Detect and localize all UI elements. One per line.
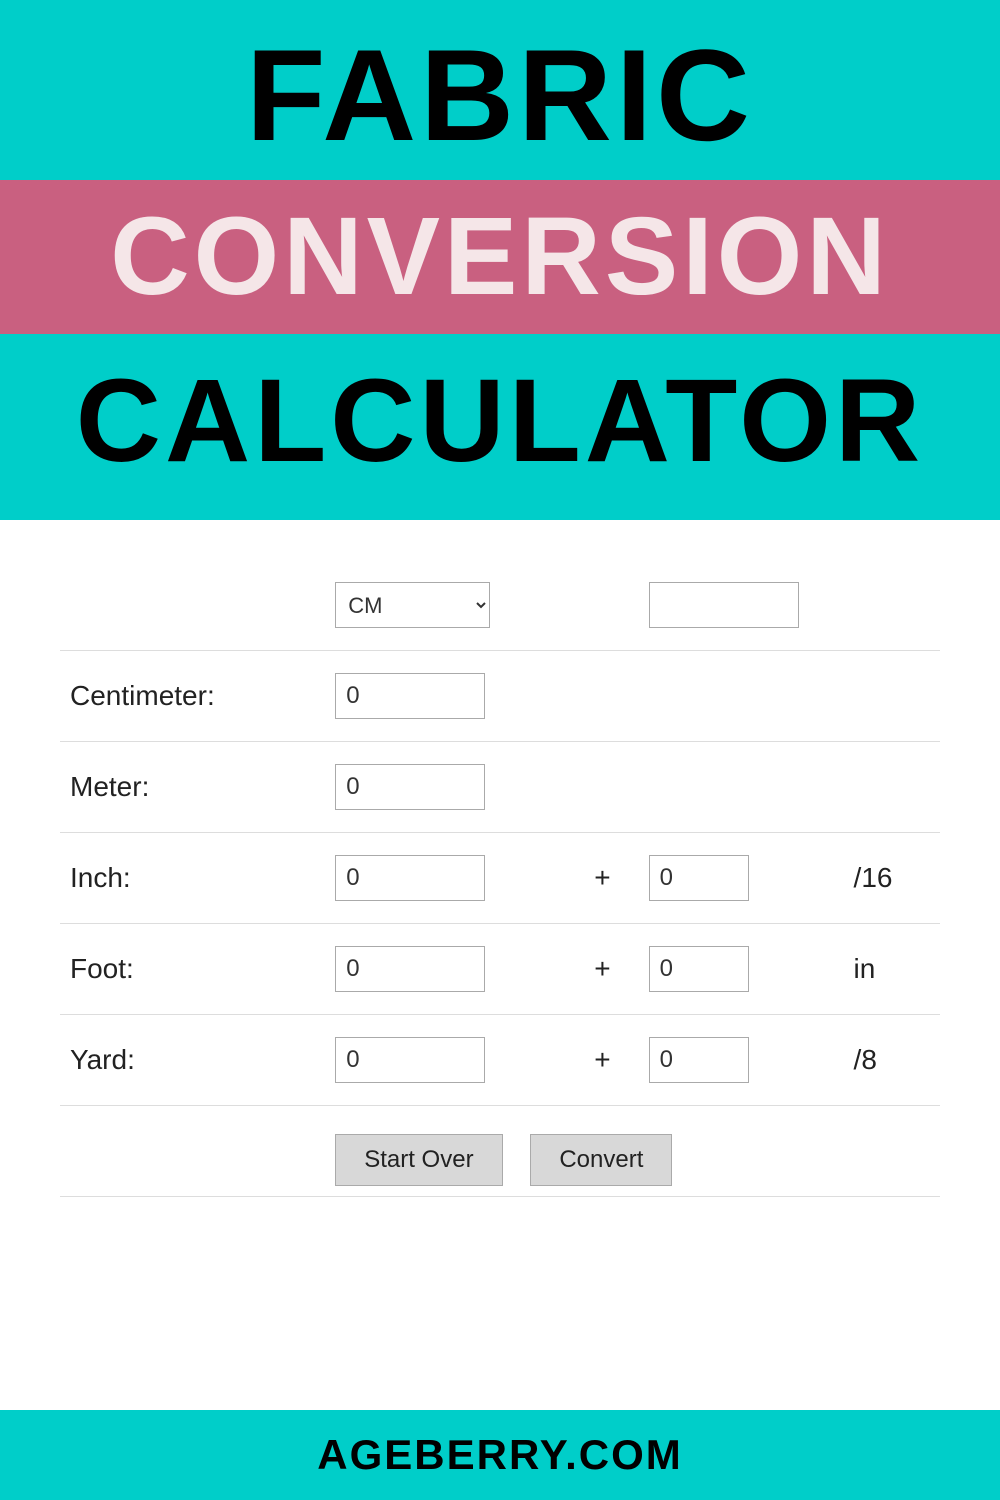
title-calculator: CALCULATOR [76,334,924,520]
inch-input-cell [325,833,566,924]
centimeter-label: Centimeter: [60,651,325,742]
meter-label: Meter: [60,742,325,833]
centimeter-input-cell [325,651,566,742]
convert-button[interactable]: Convert [530,1134,672,1186]
calculator-table: CM IN M YD Centimeter: [60,560,940,1197]
foot-suffix: in [844,924,940,1015]
yard-row: Yard: + /8 [60,1015,940,1106]
yard-secondary-input-cell [639,1015,844,1106]
yard-input[interactable] [335,1037,485,1083]
foot-plus: + [566,924,638,1015]
inch-label: Inch: [60,833,325,924]
start-over-button[interactable]: Start Over [335,1134,502,1186]
meter-suffix-spacer [844,742,940,833]
yard-fraction-input[interactable] [649,1037,749,1083]
inch-row: Inch: + /16 [60,833,940,924]
foot-input-cell [325,924,566,1015]
buttons-row: Start Over Convert [60,1106,940,1197]
centimeter-secondary-spacer [639,651,844,742]
yard-input-cell [325,1015,566,1106]
title-conversion: CONVERSION [0,202,1000,312]
unit-suffix-spacer [844,560,940,651]
unit-value-input[interactable] [649,582,799,628]
inch-suffix: /16 [844,833,940,924]
meter-plus-spacer [566,742,638,833]
unit-select-cell: CM IN M YD [325,560,566,651]
buttons-cell: Start Over Convert [325,1106,940,1197]
centimeter-plus-spacer [566,651,638,742]
foot-input[interactable] [335,946,485,992]
foot-secondary-input-cell [639,924,844,1015]
foot-label: Foot: [60,924,325,1015]
yard-suffix: /8 [844,1015,940,1106]
buttons-label-cell [60,1106,325,1197]
title-fabric: FABRIC [246,0,754,180]
calculator-section: CM IN M YD Centimeter: [0,520,1000,1410]
meter-input[interactable] [335,764,485,810]
unit-label-cell [60,560,325,651]
meter-input-cell [325,742,566,833]
inch-input[interactable] [335,855,485,901]
foot-row: Foot: + in [60,924,940,1015]
unit-select[interactable]: CM IN M YD [335,582,490,628]
centimeter-input[interactable] [335,673,485,719]
unit-row: CM IN M YD [60,560,940,651]
inch-secondary-input-cell [639,833,844,924]
yard-plus: + [566,1015,638,1106]
conversion-bar: CONVERSION [0,180,1000,334]
unit-plus-spacer [566,560,638,651]
inch-plus: + [566,833,638,924]
meter-secondary-spacer [639,742,844,833]
foot-inches-input[interactable] [649,946,749,992]
header: FABRIC CONVERSION CALCULATOR [0,0,1000,520]
centimeter-row: Centimeter: [60,651,940,742]
footer-site-name: AGEBERRY.COM [317,1431,682,1479]
unit-input-cell [639,560,844,651]
inch-fraction-input[interactable] [649,855,749,901]
yard-label: Yard: [60,1015,325,1106]
footer: AGEBERRY.COM [0,1410,1000,1500]
centimeter-suffix-spacer [844,651,940,742]
meter-row: Meter: [60,742,940,833]
